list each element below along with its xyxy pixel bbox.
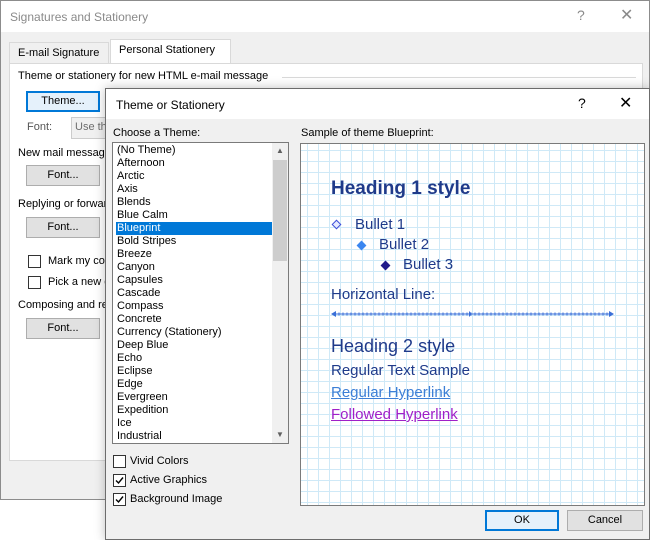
background-image-label: Background Image bbox=[130, 493, 223, 505]
theme-list-scrollbar[interactable]: ▲ ▼ bbox=[272, 143, 288, 443]
bullet-diamond-icon bbox=[331, 219, 342, 230]
active-graphics-checkbox[interactable] bbox=[113, 474, 126, 487]
sample-hr-label: Horizontal Line: bbox=[331, 286, 436, 303]
sample-bullet2: Bullet 2 bbox=[379, 236, 430, 253]
theme-list-item[interactable]: Eclipse bbox=[116, 365, 273, 378]
sample-hyperlink[interactable]: Regular Hyperlink bbox=[331, 384, 450, 401]
theme-list-item[interactable]: Axis bbox=[116, 183, 273, 196]
theme-list-item[interactable]: Echo bbox=[116, 352, 273, 365]
composing-font-button[interactable]: Font... bbox=[26, 318, 100, 339]
theme-list-item[interactable]: Compass bbox=[116, 300, 273, 313]
bullet-diamond-icon bbox=[356, 240, 367, 251]
theme-list-item[interactable]: Ice bbox=[116, 417, 273, 430]
outer-dialog-title: Signatures and Stationery bbox=[10, 10, 149, 24]
theme-listbox[interactable]: (No Theme) Afternoon Arctic Axis Blends Blue … bbox=[112, 142, 289, 444]
sample-label: Sample of theme Blueprint: bbox=[301, 127, 434, 139]
vivid-colors-label: Vivid Colors bbox=[130, 455, 189, 467]
theme-list-item[interactable]: Afternoon bbox=[116, 157, 273, 170]
theme-list-item[interactable]: Arctic bbox=[116, 170, 273, 183]
theme-list-item[interactable]: Expedition bbox=[116, 404, 273, 417]
inner-titlebar: Theme or Stationery ? ✕ bbox=[106, 89, 649, 119]
outer-help-icon[interactable]: ? bbox=[577, 7, 585, 23]
vivid-colors-checkbox[interactable] bbox=[113, 455, 126, 468]
section-label-theme: Theme or stationery for new HTML e-mail … bbox=[18, 70, 269, 82]
theme-button[interactable]: Theme... bbox=[26, 91, 100, 112]
sample-bullet3: Bullet 3 bbox=[403, 256, 454, 273]
font-label: Font: bbox=[27, 121, 53, 133]
scroll-thumb[interactable] bbox=[273, 160, 287, 261]
theme-list-item[interactable]: Currency (Stationery) bbox=[116, 326, 273, 339]
new-mail-font-button[interactable]: Font... bbox=[26, 165, 100, 186]
section-label-new-mail: New mail messages bbox=[18, 147, 117, 159]
tab-personal-stationery-label: Personal Stationery bbox=[119, 44, 215, 56]
theme-list-item[interactable]: Edge bbox=[116, 378, 273, 391]
theme-list-item[interactable]: Deep Blue bbox=[116, 339, 273, 352]
check-icon bbox=[115, 496, 124, 504]
sample-bullet1: Bullet 1 bbox=[355, 216, 406, 233]
sample-heading1: Heading 1 style bbox=[331, 178, 471, 199]
theme-sample-preview: Heading 1 style Bullet 1 Bullet 2 Bullet… bbox=[300, 143, 645, 506]
sample-heading2: Heading 2 style bbox=[331, 336, 456, 356]
sample-regular-text: Regular Text Sample bbox=[331, 362, 470, 379]
pick-color-checkbox[interactable] bbox=[28, 276, 41, 289]
background-image-checkbox[interactable] bbox=[113, 493, 126, 506]
theme-list-item[interactable]: Evergreen bbox=[116, 391, 273, 404]
ok-button[interactable]: OK bbox=[485, 510, 559, 531]
sample-horizontal-line bbox=[331, 311, 614, 317]
theme-list-item[interactable]: Blends bbox=[116, 196, 273, 209]
sample-followed-hyperlink[interactable]: Followed Hyperlink bbox=[331, 406, 458, 423]
active-graphics-label: Active Graphics bbox=[130, 474, 208, 486]
check-icon bbox=[115, 477, 124, 485]
tab-email-signature-label: E-mail Signature bbox=[18, 47, 100, 59]
scroll-up-arrow-icon[interactable]: ▲ bbox=[272, 143, 288, 159]
theme-list-item[interactable]: Canyon bbox=[116, 261, 273, 274]
theme-list-item[interactable]: (No Theme) bbox=[116, 144, 273, 157]
theme-list-item[interactable]: Concrete bbox=[116, 313, 273, 326]
choose-theme-label: Choose a Theme: bbox=[113, 127, 201, 139]
theme-or-stationery-dialog: Theme or Stationery ? ✕ Choose a Theme: … bbox=[105, 88, 650, 540]
tab-email-signature[interactable]: E-mail Signature bbox=[9, 42, 109, 63]
theme-list-item[interactable]: Cascade bbox=[116, 287, 273, 300]
outer-close-icon[interactable]: ✕ bbox=[620, 5, 633, 25]
theme-list-item[interactable]: Breeze bbox=[116, 248, 273, 261]
theme-list-item[interactable]: Industrial bbox=[116, 430, 273, 443]
inner-close-icon[interactable]: ✕ bbox=[619, 93, 632, 113]
outer-titlebar: Signatures and Stationery ? ✕ bbox=[1, 1, 649, 32]
bullet-diamond-icon bbox=[380, 260, 391, 271]
inner-help-icon[interactable]: ? bbox=[578, 95, 586, 111]
section-divider bbox=[282, 77, 636, 78]
scroll-down-arrow-icon[interactable]: ▼ bbox=[272, 427, 288, 443]
theme-list-item[interactable]: Blueprint bbox=[116, 222, 273, 235]
tab-personal-stationery[interactable]: Personal Stationery bbox=[110, 39, 231, 64]
theme-list-item[interactable]: Bold Stripes bbox=[116, 235, 273, 248]
theme-list-item[interactable]: Capsules bbox=[116, 274, 273, 287]
cancel-button[interactable]: Cancel bbox=[567, 510, 643, 531]
inner-dialog-title: Theme or Stationery bbox=[116, 98, 225, 112]
mark-comments-checkbox[interactable] bbox=[28, 255, 41, 268]
theme-list-item[interactable]: Blue Calm bbox=[116, 209, 273, 222]
reply-font-button[interactable]: Font... bbox=[26, 217, 100, 238]
